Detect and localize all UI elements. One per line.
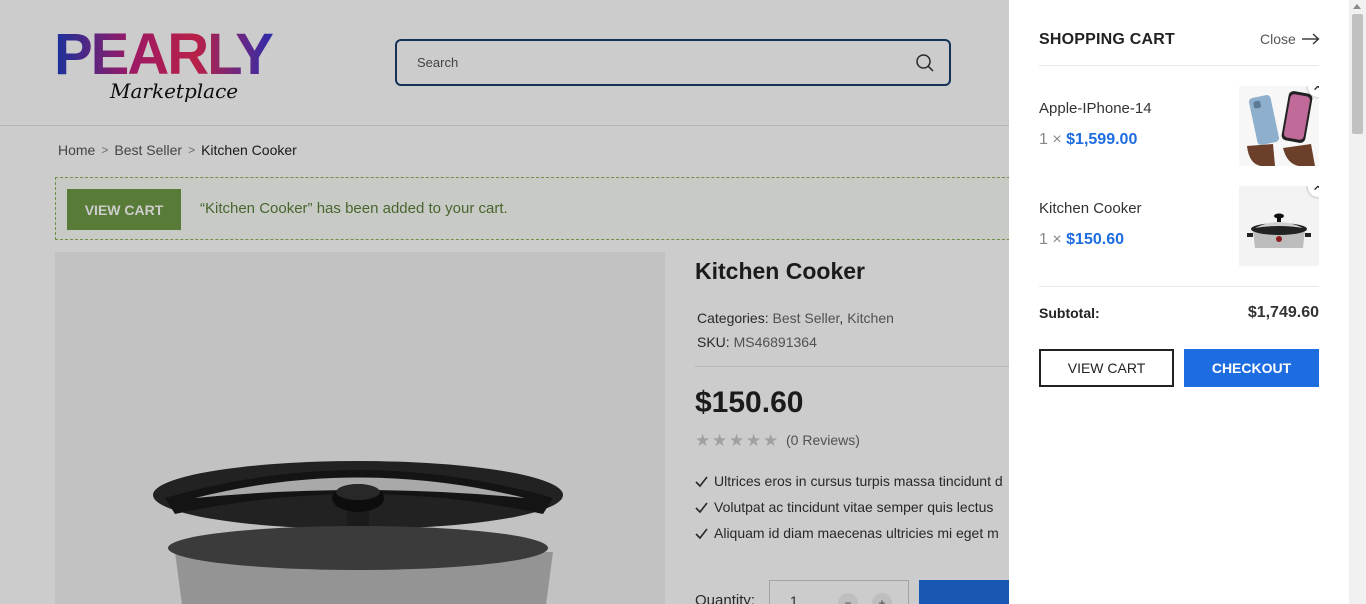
slow-cooker-image: [1239, 186, 1319, 266]
cart-item-price: $150.60: [1066, 231, 1124, 248]
cart-item-qty: 1: [1039, 231, 1048, 248]
times-sign: ×: [1052, 231, 1062, 248]
divider: [1039, 65, 1319, 66]
arrow-right-icon: [1301, 33, 1320, 45]
cart-item-quantity: 1 × $1,599.00: [1039, 131, 1137, 149]
iphone-image: [1239, 86, 1319, 166]
cart-item-price: $1,599.00: [1066, 131, 1138, 148]
close-label: Close: [1260, 31, 1296, 47]
view-cart-button[interactable]: VIEW CART: [1039, 349, 1174, 387]
times-sign: ×: [1052, 131, 1062, 148]
page-scrollbar[interactable]: [1349, 0, 1366, 604]
cart-title: SHOPPING CART: [1039, 31, 1175, 48]
cart-item-thumbnail[interactable]: ✕: [1239, 186, 1319, 266]
cart-item-quantity: 1 × $150.60: [1039, 231, 1124, 249]
subtotal-label: Subtotal:: [1039, 305, 1100, 321]
cart-item-thumbnail[interactable]: ✕: [1239, 86, 1319, 166]
cart-item: Apple-IPhone-14 1 × $1,599.00 ✕: [1039, 86, 1319, 166]
cart-item-qty: 1: [1039, 131, 1048, 148]
close-button[interactable]: Close: [1260, 31, 1320, 47]
page-dim-overlay[interactable]: [0, 0, 1009, 604]
cart-drawer: SHOPPING CART Close Apple-IPhone-14 1 × …: [1009, 0, 1349, 604]
checkout-button[interactable]: CHECKOUT: [1184, 349, 1319, 387]
subtotal-value: $1,749.60: [1247, 304, 1319, 321]
scroll-up-arrow-icon[interactable]: [1353, 4, 1361, 9]
cart-item-name[interactable]: Kitchen Cooker: [1039, 200, 1142, 217]
scrollbar-thumb[interactable]: [1352, 14, 1363, 134]
cart-item: Kitchen Cooker 1 × $150.60 ✕: [1039, 186, 1319, 266]
divider: [1039, 286, 1319, 287]
cart-item-name[interactable]: Apple-IPhone-14: [1039, 100, 1152, 117]
